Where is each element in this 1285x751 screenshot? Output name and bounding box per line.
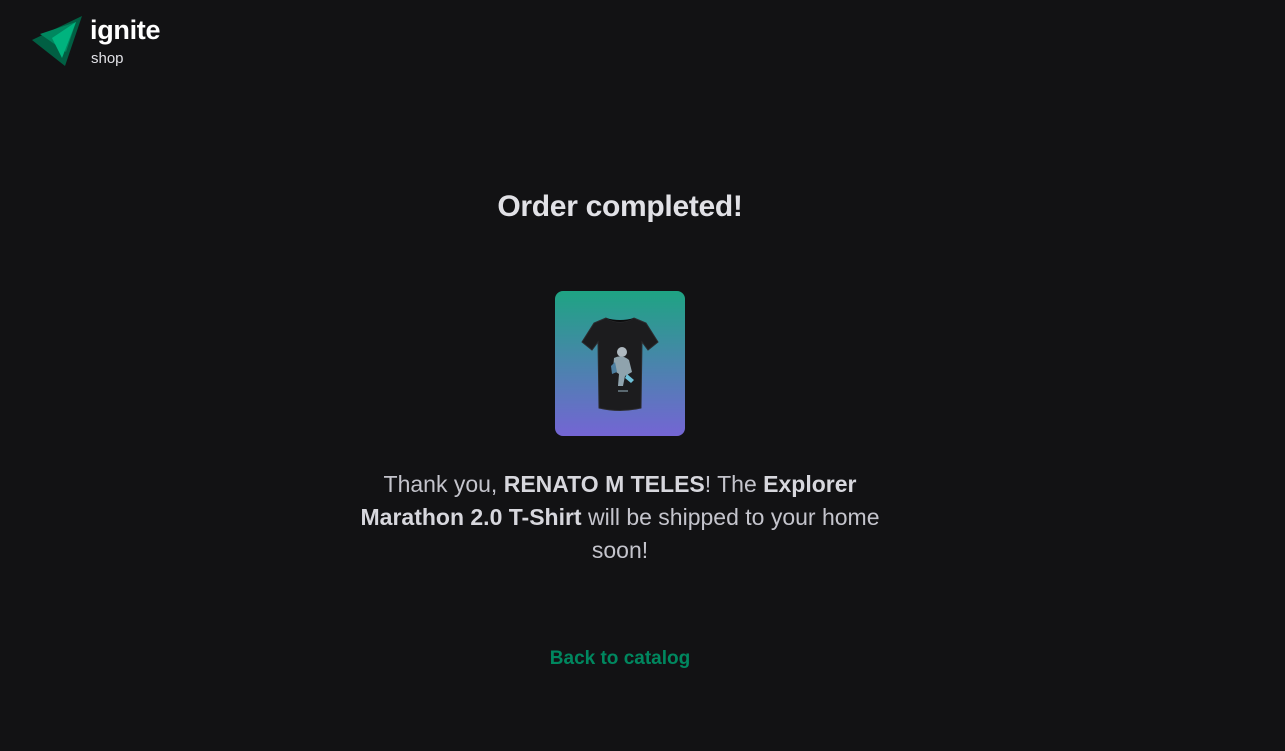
product-image-container: [555, 291, 685, 436]
message-prefix: Thank you,: [383, 471, 504, 497]
logo-subtitle: shop: [91, 50, 124, 67]
logo-name: ignite: [90, 15, 161, 45]
page-title: Order completed!: [497, 190, 743, 223]
message-suffix: will be shipped to your home soon!: [581, 504, 880, 563]
ignite-logo-icon: [32, 16, 82, 66]
logo-text: ignite shop: [90, 15, 161, 68]
ignite-shop-logo[interactable]: ignite shop: [30, 14, 161, 68]
back-to-catalog-link[interactable]: Back to catalog: [0, 648, 1240, 670]
customer-name: RENATO M TELES: [503, 471, 705, 497]
order-confirmation-message: Thank you, RENATO M TELES! The Explorer …: [340, 468, 900, 567]
tshirt-icon: [581, 316, 659, 411]
success-page: ignite shop Order completed! Thank you, …: [0, 0, 1285, 751]
message-middle: ! The: [704, 471, 764, 497]
